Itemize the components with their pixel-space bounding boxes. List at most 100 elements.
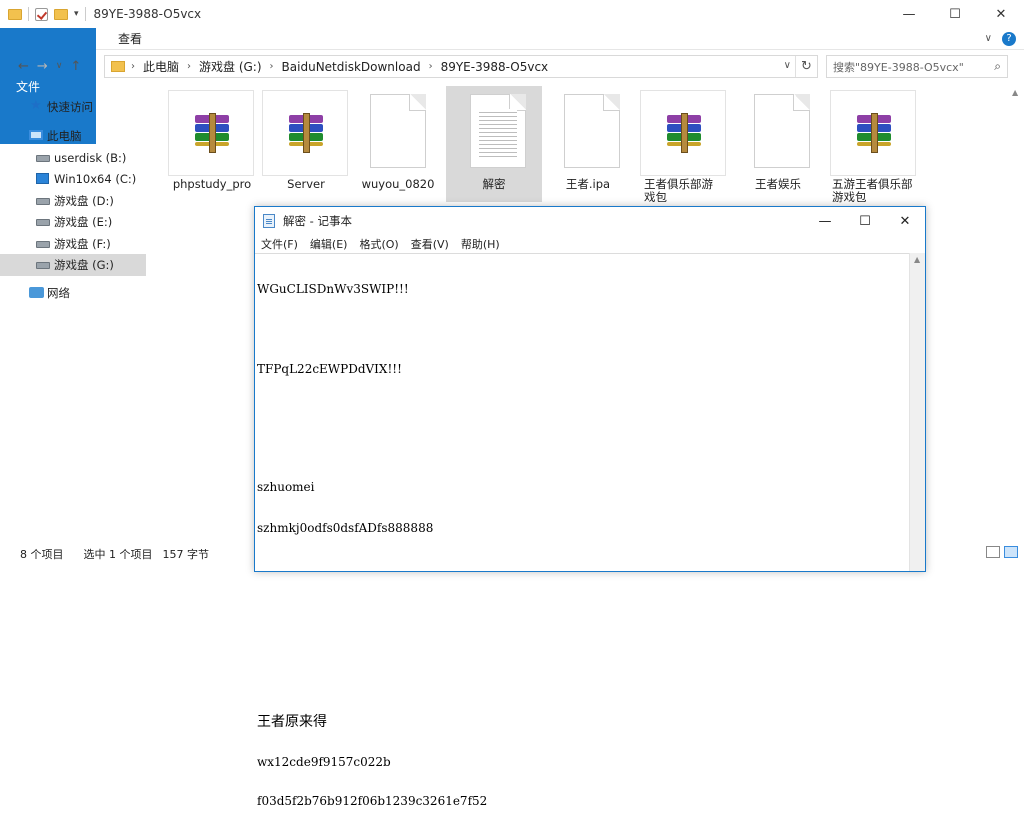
drive-icon [36,155,50,162]
file-item-wangzhe-entertainment[interactable]: 王者娱乐 [730,86,826,202]
recent-locations-chevron-icon[interactable]: ∨ [56,61,63,71]
text-line: f03d5f2b76b912f06b1239c3261e7f52 [257,794,488,808]
toolbar-divider [28,7,29,21]
text-line: WGuCLISDnWv3SWIP!!! [257,282,409,296]
expand-ribbon-chevron-icon[interactable]: ∨ [985,33,992,44]
file-list: phpstudy_pro Server wuyou_0820 解密 王者.ipa… [150,86,1024,206]
sidebar-item-label: 游戏盘 (D:) [54,194,114,208]
customize-toolbar-chevron-icon[interactable]: ▾ [74,9,79,19]
sidebar-item-label: 游戏盘 (F:) [54,237,111,251]
file-name: 王者俱乐部游戏包 [644,177,713,204]
winrar-archive-icon [262,90,348,176]
notepad-text-area[interactable]: WGuCLISDnWv3SWIP!!! TFPqL22cEWPDdVIX!!! … [255,253,909,807]
file-item-wuyou-wangzhe-club-game-pack[interactable]: 五游王者俱乐部游戏包 [818,86,916,204]
file-name: phpstudy_pro [172,177,252,191]
sidebar-item-userdisk-b[interactable]: userdisk (B:) [0,147,146,169]
archive-books-icon [289,113,323,153]
sidebar-item-game-drive-d[interactable]: 游戏盘 (D:) [0,190,146,212]
back-arrow-icon[interactable]: ← [18,59,29,74]
navigation-pane: ★ 快速访问 此电脑 userdisk (B:) Win10x64 (C:) 游… [0,90,148,540]
sidebar-item-game-drive-e[interactable]: 游戏盘 (E:) [0,211,146,233]
breadcrumb-baidunetdiskdownload[interactable]: BaiduNetdiskDownload [282,60,421,74]
sidebar-item-win10x64-c[interactable]: Win10x64 (C:) [0,168,146,190]
file-name: 王者.ipa [565,177,611,191]
file-item-phpstudy-pro[interactable]: phpstudy_pro [156,86,254,202]
sidebar-item-this-pc[interactable]: 此电脑 [0,125,146,147]
file-name: 解密 [482,177,506,191]
selected-count: 选中 1 个项目 [83,548,153,561]
selected-size: 157 字节 [162,548,210,561]
search-icon[interactable]: ⌕ [994,59,1001,74]
scroll-up-icon[interactable]: ▲ [914,255,920,264]
notepad-close-button[interactable]: ✕ [885,207,925,235]
text-line [257,672,907,685]
breadcrumb-this-pc[interactable]: 此电脑 [143,58,179,75]
menu-edit[interactable]: 编辑(E) [310,236,348,252]
refresh-icon[interactable]: ↻ [795,56,817,77]
file-explorer-window: ▾ 89YE-3988-O5vcx — ☐ ✕ 文件 主页 共享 查看 ∨ ? … [0,0,1024,807]
drive-icon [36,219,50,226]
sidebar-item-game-drive-f[interactable]: 游戏盘 (F:) [0,233,146,255]
menu-help[interactable]: 帮助(H) [461,236,500,252]
sidebar-item-network[interactable]: 网络 [0,282,146,304]
file-name: 王者娱乐 [755,177,801,191]
breadcrumb-separator-icon[interactable]: › [187,61,191,72]
notepad-maximize-button[interactable]: ☐ [845,207,885,235]
sidebar-item-quick-access[interactable]: ★ 快速访问 [0,96,146,118]
archive-books-icon [195,113,229,153]
sidebar-item-label: 网络 [47,286,70,300]
status-bar: 8 个项目 选中 1 个项目 157 字节 [0,544,256,564]
tab-view[interactable]: 查看 [104,28,156,49]
computer-icon [29,130,43,140]
new-folder-icon[interactable] [54,8,68,20]
help-icon[interactable]: ? [1002,31,1016,46]
explorer-scrollbar[interactable]: ▲ [1008,86,1024,542]
text-line: szhmkj0odfs0dsfADfs888888 [257,521,434,535]
sidebar-item-label: 游戏盘 (G:) [54,258,114,272]
blank-file-icon [564,94,620,168]
forward-arrow-icon[interactable]: → [37,59,48,74]
text-line [257,401,907,414]
large-icons-view-icon[interactable] [1004,546,1018,558]
text-line: szhuomei [257,479,315,494]
maximize-button[interactable]: ☐ [932,0,978,28]
file-name: 五游王者俱乐部游戏包 [832,177,913,204]
sidebar-item-label: Win10x64 (C:) [54,172,137,186]
address-history-chevron-icon[interactable]: ∨ [784,60,791,71]
breadcrumb-separator-icon[interactable]: › [429,61,433,72]
title-bar: ▾ 89YE-3988-O5vcx — ☐ ✕ [0,0,1024,28]
notepad-scrollbar[interactable]: ▲ [909,253,925,571]
view-toggle [986,546,1018,558]
notepad-minimize-button[interactable]: — [805,207,845,235]
folder-icon [8,8,22,20]
text-line: wx12cde9f9157c022b [257,754,391,769]
file-item-wangzhe-ipa[interactable]: 王者.ipa [540,86,636,202]
file-item-wuyou-0820[interactable]: wuyou_0820 [346,86,442,202]
file-name: Server [287,177,325,191]
menu-format[interactable]: 格式(O) [359,236,398,252]
file-item-wangzhe-club-game-pack[interactable]: 王者俱乐部游戏包 [628,86,726,204]
search-input[interactable]: 搜索"89YE-3988-O5vcx" ⌕ [826,55,1008,78]
ribbon-right-controls: ∨ ? [985,28,1024,49]
breadcrumb-separator-icon[interactable]: › [270,61,274,72]
properties-check-icon[interactable] [35,7,48,21]
notepad-window: 解密 - 记事本 — ☐ ✕ 文件(F) 编辑(E) 格式(O) 查看(V) 帮… [254,206,926,807]
search-placeholder: 搜索"89YE-3988-O5vcx" [833,60,964,74]
file-item-server[interactable]: Server [250,86,348,202]
minimize-button[interactable]: — [886,0,932,28]
text-line: TFPqL22cEWPDdVIX!!! [257,362,402,376]
close-button[interactable]: ✕ [978,0,1024,28]
text-line [257,597,907,610]
breadcrumb-current-folder[interactable]: 89YE-3988-O5vcx [441,60,549,74]
window-title: 89YE-3988-O5vcx [93,7,202,21]
address-bar[interactable]: › 此电脑 › 游戏盘 (G:) › BaiduNetdiskDownload … [104,55,818,78]
menu-view[interactable]: 查看(V) [411,236,449,252]
details-view-icon[interactable] [986,546,1000,558]
scroll-up-icon[interactable]: ▲ [1012,88,1018,97]
menu-file[interactable]: 文件(F) [261,236,298,252]
up-arrow-icon[interactable]: ↑ [70,59,81,74]
breadcrumb-game-drive-g[interactable]: 游戏盘 (G:) [199,58,262,75]
sidebar-item-game-drive-g[interactable]: 游戏盘 (G:) [0,254,146,276]
file-item-jiemi[interactable]: 解密 [446,86,542,202]
breadcrumb: › 此电脑 › 游戏盘 (G:) › BaiduNetdiskDownload … [131,58,548,75]
